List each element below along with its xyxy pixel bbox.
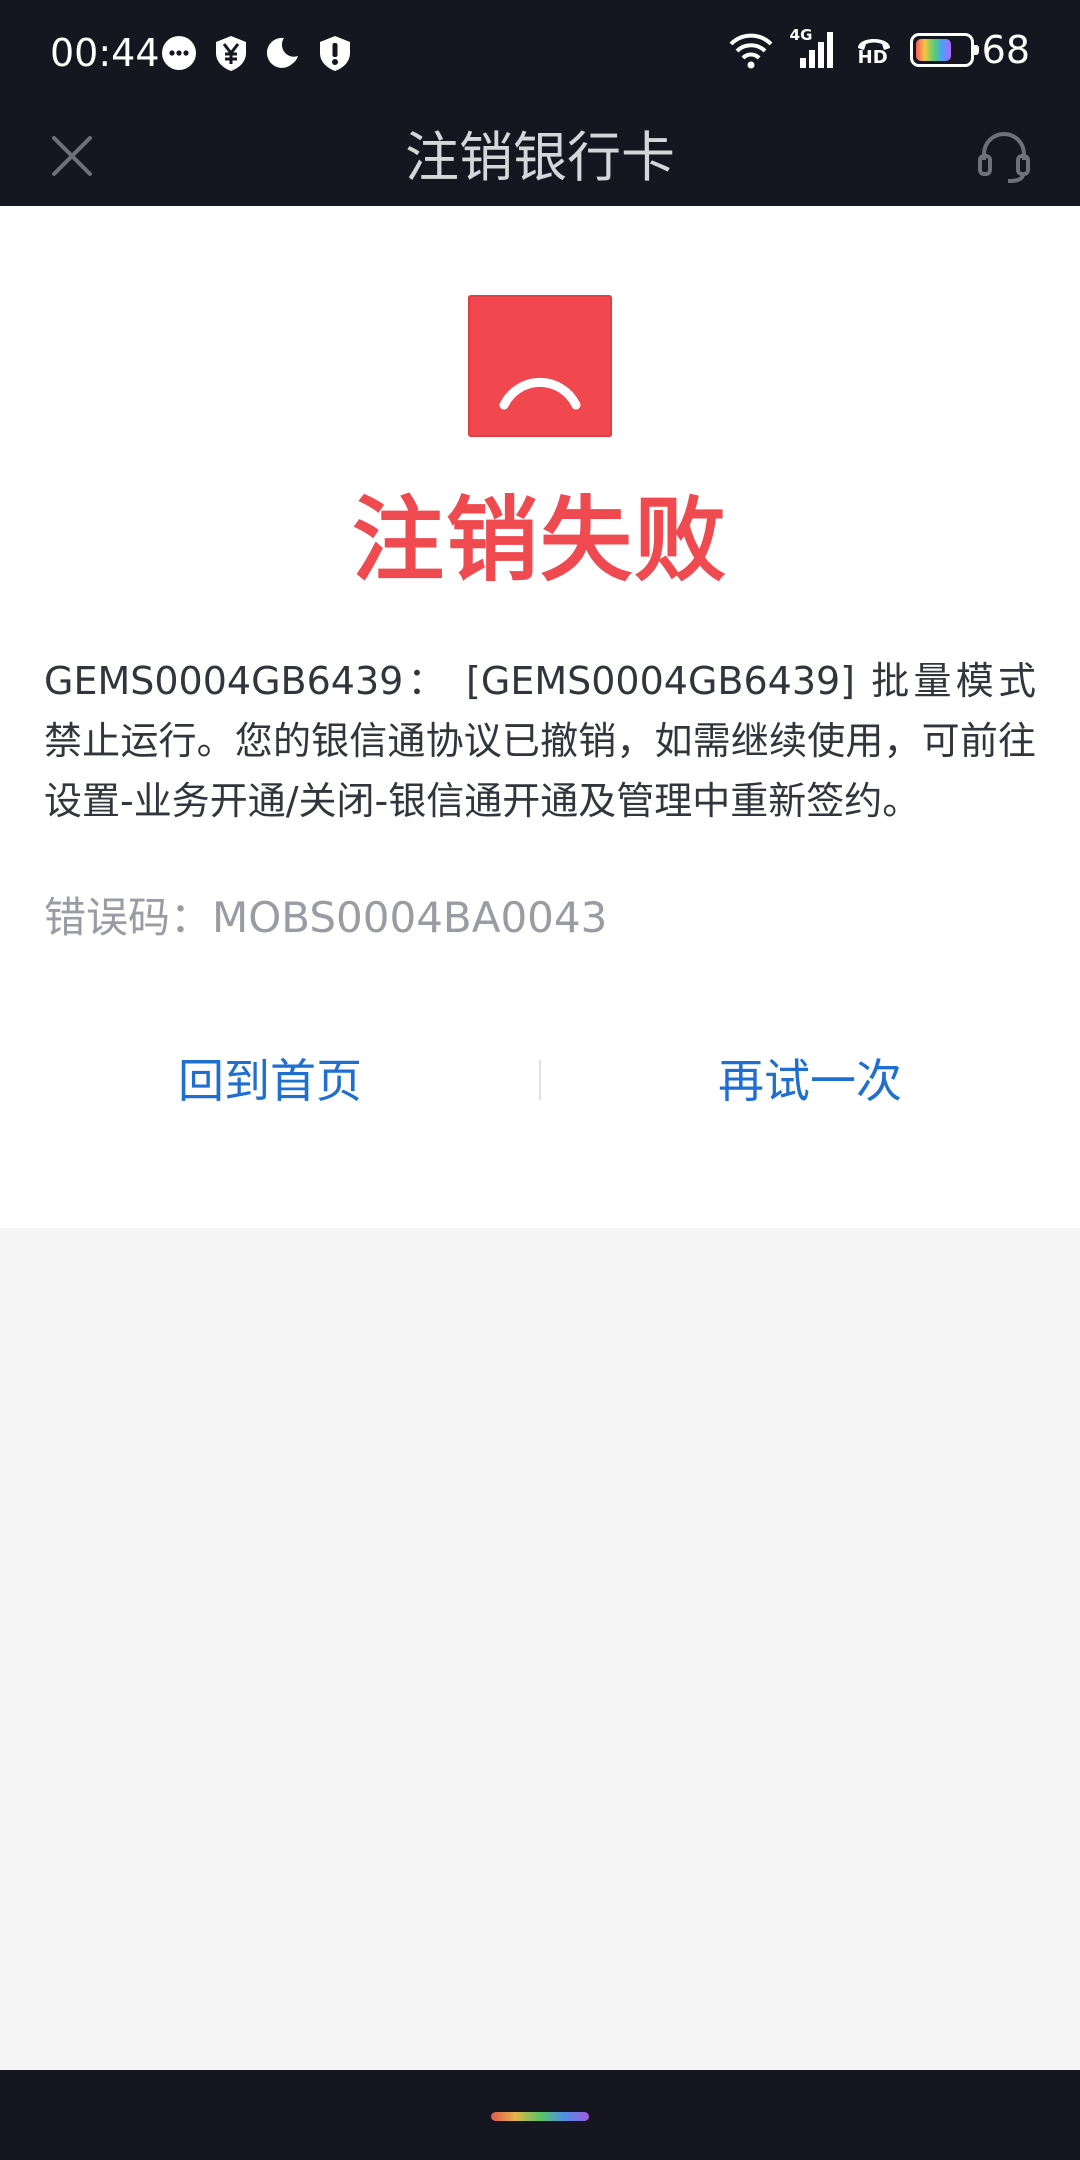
error-code: 错误码：MOBS0004BA0043 [44,893,608,942]
fade-overlay [44,948,644,968]
result-message: GEMS0004GB6439： [GEMS0004GB6439] 批量模式禁止运… [44,659,1036,823]
yuan-shield-icon [216,36,246,71]
back-to-home-button[interactable]: 回到首页 [0,1026,540,1136]
alert-shield-icon [320,36,350,71]
status-bar: 00:44 4G HD 68 [0,0,1080,110]
result-card: 注销失败 GEMS0004GB6439： [GEMS0004GB6439] 批量… [0,206,1080,1228]
moon-icon [266,37,298,68]
battery-indicator: 68 [909,28,1030,72]
status-system-icons: 4G HD 68 [728,26,1030,72]
sad-face-icon [468,295,612,437]
retry-button[interactable]: 再试一次 [540,1026,1080,1136]
status-notification-icons [160,34,354,72]
hd-label: HD [857,47,888,68]
action-row: 回到首页 再试一次 [0,1026,1080,1136]
page-title: 注销银行卡 [405,126,675,189]
battery-icon [909,33,979,67]
result-title: 注销失败 [351,487,728,594]
hd-call-icon: HD [854,30,894,70]
chat-bubble-icon [162,36,196,70]
wifi-icon [729,33,773,69]
cellular-signal-icon: 4G [790,26,838,70]
battery-level: 68 [981,28,1030,72]
home-indicator[interactable] [491,2112,589,2121]
nav-bar: 注销银行卡 [0,110,1080,206]
customer-service-button[interactable] [968,120,1040,192]
gesture-bar [0,2070,1080,2160]
headset-icon [978,132,1030,183]
status-time: 00:44 [50,31,160,75]
